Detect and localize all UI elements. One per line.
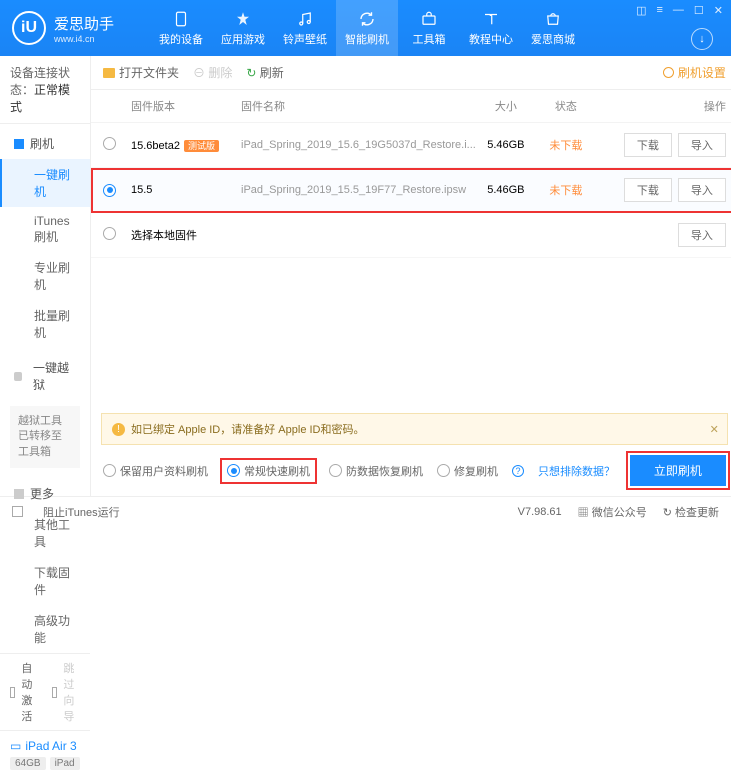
device-model-tag: iPad	[50, 757, 80, 770]
sidebar-group-jailbreak[interactable]: 一键越狱	[0, 352, 90, 400]
app-name: 爱思助手	[54, 13, 114, 34]
device-card[interactable]: ▭iPad Air 3 64GB iPad	[0, 730, 90, 778]
firmware-row[interactable]: 15.5 iPad_Spring_2019_15.5_19F77_Restore…	[91, 168, 731, 213]
nav-apps[interactable]: 应用游戏	[212, 0, 274, 56]
version-label: V7.98.61	[518, 506, 562, 518]
maximize-icon[interactable]: ☐	[692, 4, 706, 17]
skip-guide-checkbox[interactable]	[52, 687, 57, 698]
block-itunes-label: 阻止iTunes运行	[43, 504, 120, 520]
close-icon[interactable]: ✕	[712, 4, 725, 17]
info-icon[interactable]: ?	[512, 465, 524, 477]
firmware-row[interactable]: 15.6beta2测试版 iPad_Spring_2019_15.6_19G50…	[91, 123, 731, 168]
skin-icon[interactable]: ◫	[634, 4, 648, 17]
exclude-data-link[interactable]: 只想排除数据？	[538, 463, 615, 479]
skip-guide-label: 跳过向导	[63, 660, 80, 724]
download-indicator-icon[interactable]: ↓	[691, 28, 713, 50]
flash-now-button[interactable]: 立即刷机	[630, 455, 726, 486]
wechat-link[interactable]: ▦ 微信公众号	[578, 504, 647, 520]
th-name: 固件名称	[241, 98, 476, 114]
nav-ringtones[interactable]: 铃声壁纸	[274, 0, 336, 56]
appleid-notice: ! 如已绑定 Apple ID，请准备好 Apple ID和密码。 ✕	[101, 413, 728, 445]
mode-keep-data[interactable]: 保留用户资料刷机	[103, 463, 208, 479]
download-button[interactable]: 下载	[624, 178, 672, 202]
refresh-button[interactable]: ↻ 刷新	[246, 64, 283, 81]
menu-icon[interactable]: ≡	[654, 4, 664, 17]
mode-anti-recovery[interactable]: 防数据恢复刷机	[329, 463, 423, 479]
sidebar-item-download[interactable]: 下载固件	[0, 557, 90, 605]
sidebar-item-advanced[interactable]: 高级功能	[0, 605, 90, 653]
open-folder-button[interactable]: 打开文件夹	[103, 64, 179, 81]
nav-tutorials[interactable]: 教程中心	[460, 0, 522, 56]
block-itunes-checkbox[interactable]	[12, 506, 23, 517]
mode-repair[interactable]: 修复刷机	[437, 463, 498, 479]
close-notice-icon[interactable]: ✕	[710, 423, 719, 436]
jailbreak-note: 越狱工具已转移至工具箱	[10, 406, 80, 468]
import-button[interactable]: 导入	[678, 223, 726, 247]
nav-flash[interactable]: 智能刷机	[336, 0, 398, 56]
app-logo: iU	[12, 11, 46, 45]
mode-normal[interactable]: 常规快速刷机	[222, 460, 315, 482]
th-size: 大小	[476, 98, 536, 114]
sidebar-item-itunes[interactable]: iTunes刷机	[0, 207, 90, 252]
flash-settings-button[interactable]: 刷机设置	[663, 64, 726, 81]
nav-my-device[interactable]: 我的设备	[150, 0, 212, 56]
import-button[interactable]: 导入	[678, 133, 726, 157]
row-radio[interactable]	[103, 137, 116, 150]
delete-button: ⊖ 删除	[193, 64, 232, 81]
nav-toolbox[interactable]: 工具箱	[398, 0, 460, 56]
device-storage-tag: 64GB	[10, 757, 46, 770]
download-button[interactable]: 下载	[624, 133, 672, 157]
th-status: 状态	[536, 98, 596, 114]
auto-activate-label: 自动激活	[21, 660, 38, 724]
sidebar-item-oneclick[interactable]: 一键刷机	[0, 159, 90, 207]
folder-icon	[103, 68, 115, 78]
sidebar-item-pro[interactable]: 专业刷机	[0, 252, 90, 300]
gear-icon	[663, 67, 674, 78]
connection-status: 设备连接状态：正常模式	[0, 56, 90, 124]
beta-tag: 测试版	[184, 140, 219, 152]
minimize-icon[interactable]: —	[671, 4, 686, 17]
th-ops: 操作	[596, 98, 726, 114]
check-update-link[interactable]: ↻ 检查更新	[663, 504, 719, 520]
tablet-icon: ▭	[10, 739, 21, 753]
import-button[interactable]: 导入	[678, 178, 726, 202]
nav-shop[interactable]: 爱思商城	[522, 0, 584, 56]
warning-icon: !	[112, 423, 125, 436]
th-version: 固件版本	[131, 98, 241, 114]
sidebar-item-batch[interactable]: 批量刷机	[0, 300, 90, 348]
sidebar-group-flash[interactable]: 刷机	[0, 128, 90, 159]
row-radio[interactable]	[103, 184, 116, 197]
row-radio[interactable]	[103, 227, 116, 240]
local-firmware-row[interactable]: 选择本地固件 导入	[91, 213, 731, 258]
auto-activate-checkbox[interactable]	[10, 687, 15, 698]
app-url: www.i4.cn	[54, 34, 114, 44]
